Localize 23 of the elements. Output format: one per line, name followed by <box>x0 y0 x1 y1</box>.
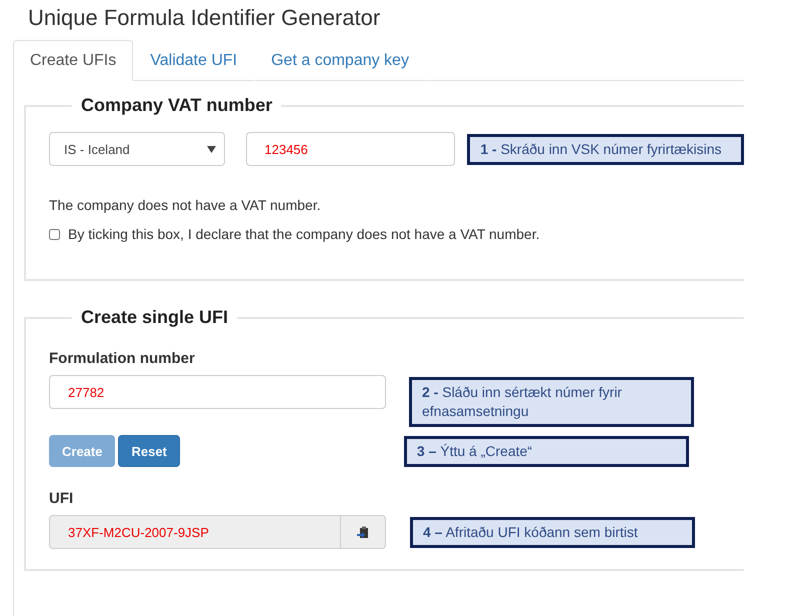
section-title: Create single UFI <box>80 307 230 328</box>
tab[interactable]: Create UFIs <box>13 40 134 81</box>
formulation-number-field[interactable]: 27782 <box>49 375 386 409</box>
annotation-callout: 2 - Sláðu inn sértækt númer fyrir efnasamsetningu <box>409 377 694 427</box>
copy-button[interactable] <box>341 515 386 549</box>
clipboard-icon <box>357 526 369 538</box>
dropdown-caret-icon <box>206 146 216 152</box>
annotation-callout: 1 - Skráðu inn VSK númer fyrirtækisins <box>467 134 744 164</box>
field-label: Formulation number <box>49 350 196 367</box>
page-title: Unique Formula Identifier Generator <box>27 4 382 32</box>
tab[interactable]: Get a company key <box>254 40 426 81</box>
checkbox-label: By ticking this box, I declare that the company does not have a VAT number. <box>68 226 540 242</box>
checkbox[interactable] <box>49 228 60 240</box>
field-label: UFI <box>49 490 74 507</box>
section-title: Company VAT number <box>80 95 274 116</box>
tab[interactable]: Validate UFI <box>133 40 254 81</box>
vat-number-field[interactable]: 123456 <box>246 132 456 166</box>
annotation-callout: 3 – Ýttu á „Create“ <box>404 436 689 466</box>
country-select[interactable]: IS - Iceland <box>49 132 224 166</box>
info-text: The company does not have a VAT number. <box>49 197 322 213</box>
annotation-callout: 4 – Afritaðu UFI kóðann sem birtist <box>410 516 695 548</box>
reset-button[interactable]: Reset <box>118 435 180 467</box>
ufi-field[interactable]: 37XF-M2CU-2007-9JSP <box>49 515 341 549</box>
